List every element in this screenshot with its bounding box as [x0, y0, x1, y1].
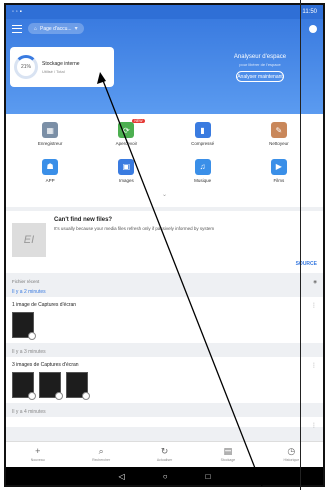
annotation-arrow — [97, 72, 263, 487]
